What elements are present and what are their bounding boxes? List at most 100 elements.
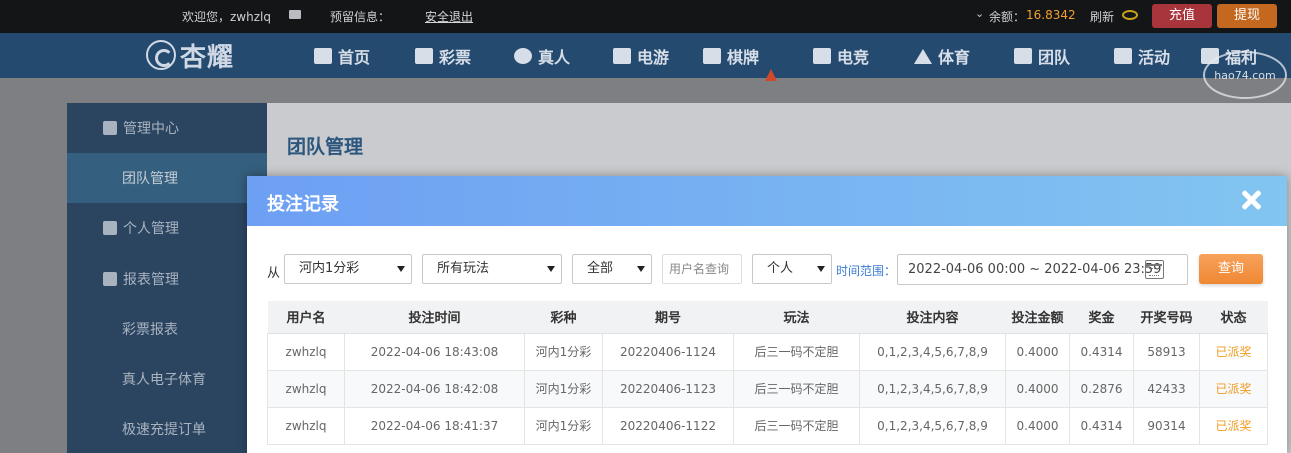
nav-item-live[interactable]: 真人 [514, 43, 570, 69]
cell-issue: 20220406-1122 [602, 407, 734, 445]
cell-issue: 20220406-1123 [602, 370, 734, 408]
eye-icon[interactable] [1122, 10, 1138, 20]
cell-lottery: 河内1分彩 [524, 333, 603, 371]
nav-item-home[interactable]: 首页 [314, 43, 370, 69]
date-range-input[interactable]: 2022-04-06 00:00 ~ 2022-04-06 23:59 [897, 254, 1188, 285]
nav-item-slots[interactable]: 电游 [613, 43, 669, 69]
sidebar-item-live-esports[interactable]: 真人电子体育 [67, 354, 267, 404]
column-header[interactable]: 玩法 [733, 301, 860, 334]
report-icon [103, 272, 117, 286]
nav-label: 真人 [538, 48, 571, 67]
table-row[interactable]: zwhzlq 2022-04-06 18:42:08 河内1分彩 2022040… [267, 370, 1268, 408]
sidebar-label: 管理中心 [123, 121, 179, 137]
cell-lottery: 河内1分彩 [524, 407, 603, 445]
sidebar-item-personal-management[interactable]: 个人管理 [67, 203, 267, 253]
sidebar-label: 报表管理 [123, 272, 179, 288]
chevron-down-icon[interactable]: ⌄ [975, 7, 984, 20]
recharge-button[interactable]: 充值 [1152, 4, 1212, 28]
logout-link[interactable]: 安全退出 [425, 8, 473, 25]
sidebar-item-fast-recharge[interactable]: 极速充提订单 [67, 404, 267, 453]
cell-draw-number: 90314 [1133, 407, 1200, 445]
cell-bet-content: 0,1,2,3,4,5,6,7,8,9 [859, 370, 1006, 408]
nav-label: 团队 [1038, 48, 1071, 67]
cell-status: 已派奖 [1199, 370, 1268, 408]
nav-label: 棋牌 [727, 48, 760, 67]
nav-item-cards[interactable]: 棋牌 [703, 43, 759, 69]
table-row[interactable]: zwhzlq 2022-04-06 18:43:08 河内1分彩 2022040… [267, 333, 1268, 371]
username-search-input[interactable] [662, 254, 742, 284]
lottery-select[interactable]: 河内1分彩 [284, 254, 412, 284]
sidebar-item-team-management[interactable]: 团队管理 [67, 153, 267, 203]
sidebar-item-report-management[interactable]: 报表管理 [67, 254, 267, 304]
sidebar-label: 彩票报表 [122, 322, 178, 338]
nav-label: 体育 [938, 48, 971, 67]
status-select[interactable]: 全部 [572, 254, 652, 284]
column-header[interactable]: 状态 [1199, 301, 1268, 334]
slot-machine-icon [613, 48, 631, 64]
scope-select-value: 个人 [767, 261, 794, 276]
ticket-icon [415, 48, 433, 64]
hot-badge-icon [765, 69, 777, 81]
date-range-value: 2022-04-06 00:00 ~ 2022-04-06 23:59 [908, 262, 1162, 277]
column-header[interactable]: 期号 [602, 301, 734, 334]
sidebar-label: 极速充提订单 [122, 422, 206, 438]
cell-draw-number: 58913 [1133, 333, 1200, 371]
column-header[interactable]: 投注内容 [859, 301, 1006, 334]
cell-username: zwhzlq [267, 333, 345, 371]
sidebar: 管理中心 团队管理 个人管理 报表管理 彩票报表 真人电子体育 极速充提订单 [67, 103, 267, 453]
column-header[interactable]: 投注金额 [1005, 301, 1070, 334]
nav-item-promotions[interactable]: 活动 [1114, 43, 1170, 69]
lottery-select-value: 河内1分彩 [299, 261, 360, 276]
balance-label: 余额： [989, 10, 1026, 24]
sidebar-item-management-center[interactable]: 管理中心 [67, 103, 267, 153]
play-select[interactable]: 所有玩法 [422, 254, 562, 284]
card-icon [703, 48, 721, 64]
cell-bet-time: 2022-04-06 18:43:08 [344, 333, 525, 371]
bet-records-modal: 投注记录 从 河内1分彩 所有玩法 全部 个人 时间范围： 2022-04-06… [247, 176, 1287, 453]
status-select-value: 全部 [587, 261, 614, 276]
main-nav: 杏耀 首页 彩票 真人 电游 棋牌 电竞 体育 团队 活动 福利 hao74.c… [0, 33, 1291, 99]
table-row[interactable]: zwhzlq 2022-04-06 18:41:37 河内1分彩 2022040… [267, 407, 1268, 445]
logo-icon [146, 40, 176, 70]
refresh-link[interactable]: 刷新 [1090, 8, 1114, 25]
cell-lottery: 河内1分彩 [524, 370, 603, 408]
cell-draw-number: 42433 [1133, 370, 1200, 408]
from-label: 从 [267, 266, 281, 281]
column-header[interactable]: 奖金 [1069, 301, 1134, 334]
home-icon [314, 48, 332, 64]
cell-prize: 0.4314 [1069, 407, 1134, 445]
query-button[interactable]: 查询 [1199, 254, 1263, 284]
chevron-down-icon [637, 266, 645, 272]
nav-item-sports[interactable]: 体育 [914, 43, 970, 69]
cell-bet-time: 2022-04-06 18:41:37 [344, 407, 525, 445]
nav-label: 电竞 [837, 48, 870, 67]
bet-records-table: 用户名 投注时间 彩种 期号 玩法 投注内容 投注金额 奖金 开奖号码 状态 z… [267, 301, 1268, 445]
cell-play: 后三一码不定胆 [733, 370, 860, 408]
scope-select[interactable]: 个人 [752, 254, 832, 284]
top-bar: 欢迎您，zwhzlq 预留信息： 安全退出 ⌄ 余额： 16.8342 刷新 充… [0, 0, 1291, 33]
cell-play: 后三一码不定胆 [733, 407, 860, 445]
time-range-label: 时间范围： [836, 264, 897, 278]
calendar-icon[interactable] [1145, 260, 1164, 279]
nav-label: 电游 [637, 48, 670, 67]
sidebar-item-lottery-report[interactable]: 彩票报表 [67, 304, 267, 354]
nav-label: 首页 [338, 48, 371, 67]
column-header[interactable]: 用户名 [267, 301, 345, 334]
gamepad-icon [813, 48, 831, 64]
welcome-text: 欢迎您，zwhzlq [182, 10, 271, 24]
sidebar-label: 真人电子体育 [122, 372, 206, 388]
chevron-down-icon [547, 266, 555, 272]
page-title: 团队管理 [287, 136, 364, 158]
logo[interactable]: 杏耀 [146, 39, 234, 73]
nav-item-team[interactable]: 团队 [1014, 43, 1070, 69]
mail-icon[interactable] [289, 10, 301, 19]
close-icon[interactable] [1240, 189, 1262, 211]
nav-item-lottery[interactable]: 彩票 [415, 43, 471, 69]
cell-prize: 0.4314 [1069, 333, 1134, 371]
column-header[interactable]: 投注时间 [344, 301, 525, 334]
cell-bet-content: 0,1,2,3,4,5,6,7,8,9 [859, 407, 1006, 445]
withdraw-button[interactable]: 提现 [1217, 4, 1277, 28]
column-header[interactable]: 开奖号码 [1133, 301, 1200, 334]
column-header[interactable]: 彩种 [524, 301, 603, 334]
nav-item-esports[interactable]: 电竞 [813, 43, 869, 69]
